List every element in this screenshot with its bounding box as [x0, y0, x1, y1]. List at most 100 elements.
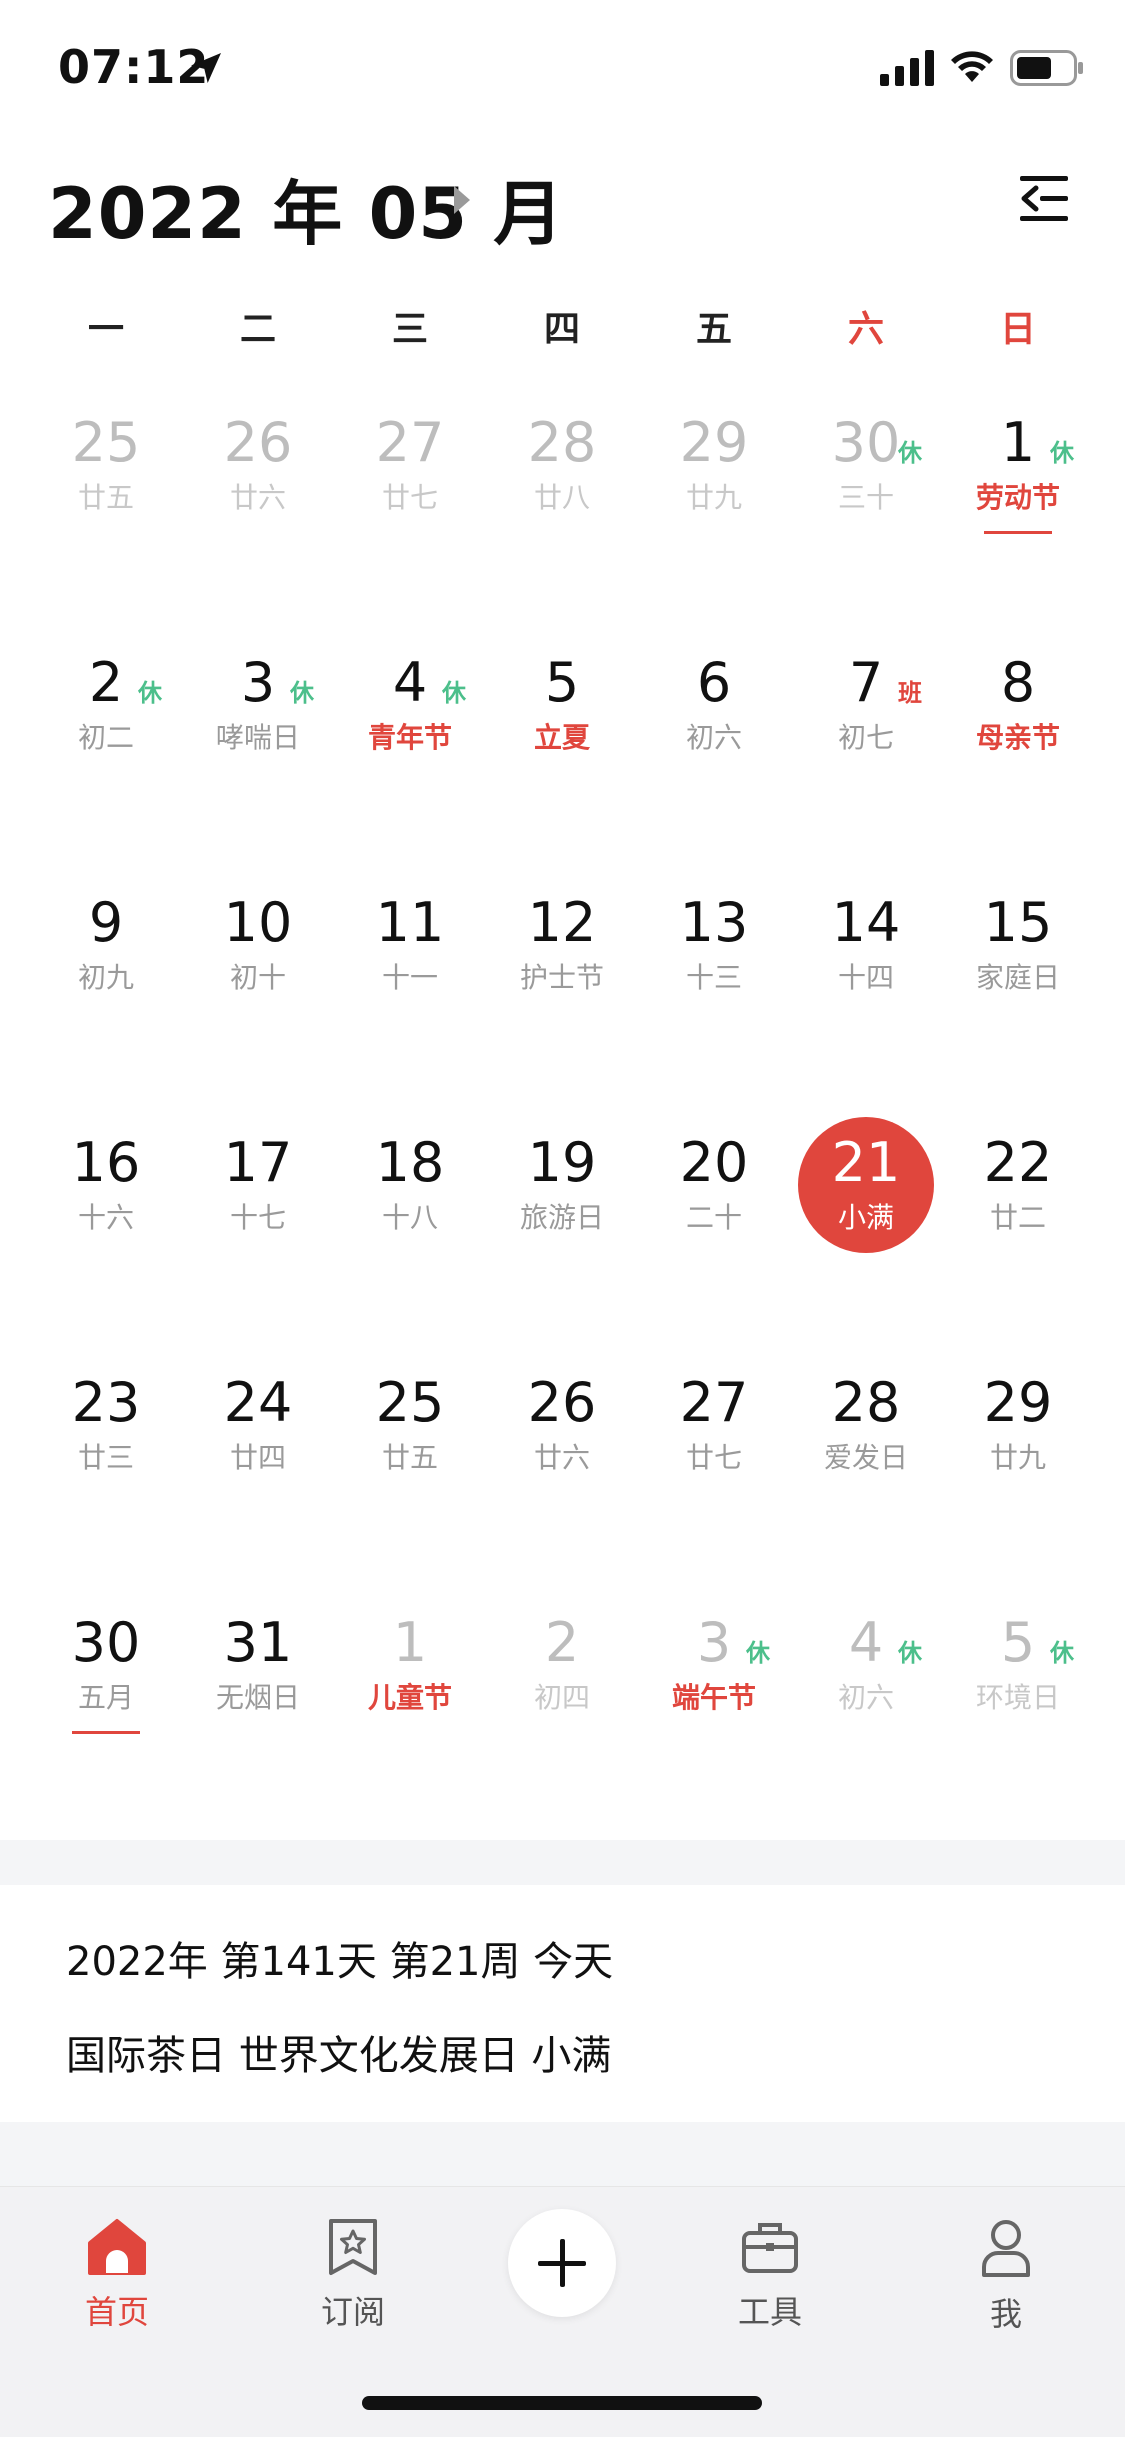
- day-number: 28: [527, 411, 597, 474]
- day-number: 16: [71, 1131, 141, 1194]
- calendar-day[interactable]: 4 青年节休: [334, 625, 486, 865]
- menu-collapse-icon[interactable]: [1010, 164, 1080, 234]
- calendar-day[interactable]: 28 爱发日: [790, 1345, 942, 1585]
- day-number: 13: [679, 891, 749, 954]
- rest-day-badge: 休: [746, 1639, 770, 1667]
- calendar-day[interactable]: 16 十六: [30, 1105, 182, 1345]
- lunar-date: 廿六: [533, 1441, 590, 1474]
- lunar-date: 廿二: [989, 1201, 1046, 1234]
- calendar-day[interactable]: 1 劳动节休: [942, 385, 1094, 625]
- lunar-date: 初九: [77, 961, 134, 994]
- tab-subscribe[interactable]: 订阅: [273, 2217, 433, 2333]
- lunar-date: 旅游日: [519, 1201, 604, 1234]
- calendar-week-row: 25 廿五 26 廿六 27 廿七 28 廿八 29 廿九 30 三十休 1 劳动节休: [30, 385, 1094, 625]
- calendar-day[interactable]: 11 十一: [334, 865, 486, 1105]
- tab-home[interactable]: 首页: [37, 2217, 197, 2333]
- festival-label: 母亲节: [975, 721, 1060, 754]
- bookmark-star-icon: [329, 2219, 377, 2275]
- tab-me[interactable]: 我: [926, 2217, 1086, 2335]
- calendar-day[interactable]: 4 初六休: [790, 1585, 942, 1825]
- home-indicator: [362, 2396, 762, 2410]
- festival-label: 劳动节: [975, 481, 1060, 514]
- day-number: 12: [527, 891, 597, 954]
- calendar-day[interactable]: 30 三十休: [790, 385, 942, 625]
- calendar-day[interactable]: 18 十八: [334, 1105, 486, 1345]
- day-number: 20: [679, 1131, 749, 1194]
- rest-day-badge: 休: [138, 679, 162, 707]
- lunar-date: 二十: [685, 1201, 742, 1234]
- lunar-date: 环境日: [975, 1681, 1060, 1714]
- calendar-day[interactable]: 1 儿童节: [334, 1585, 486, 1825]
- calendar-day[interactable]: 2 初二休: [30, 625, 182, 865]
- calendar-day[interactable]: 7 初七班: [790, 625, 942, 865]
- calendar-header: 2022 年 05 月: [0, 150, 1125, 260]
- add-button[interactable]: [508, 2209, 616, 2317]
- work-day-badge: 班: [898, 679, 922, 707]
- calendar-day[interactable]: 25 廿五: [334, 1345, 486, 1585]
- briefcase-icon: [742, 2223, 798, 2273]
- lunar-date: 廿八: [533, 481, 590, 514]
- day-underline: [984, 531, 1052, 534]
- day-number: 29: [983, 1371, 1053, 1434]
- calendar-day[interactable]: 24 廿四: [182, 1345, 334, 1585]
- lunar-date: 廿五: [77, 481, 134, 514]
- calendar-day[interactable]: 6 初六: [638, 625, 790, 865]
- calendar-day[interactable]: 22 廿二: [942, 1105, 1094, 1345]
- lunar-date: 十四: [837, 961, 894, 994]
- calendar-day[interactable]: 25 廿五: [30, 385, 182, 625]
- calendar-day[interactable]: 26 廿六: [182, 385, 334, 625]
- lunar-date: 小满: [837, 1201, 894, 1234]
- day-number: 31: [223, 1611, 293, 1674]
- lunar-date: 十八: [381, 1201, 438, 1234]
- tab-tools-label: 工具: [737, 2293, 802, 2331]
- day-number: 25: [375, 1371, 445, 1434]
- calendar-day[interactable]: 17 十七: [182, 1105, 334, 1345]
- calendar-day[interactable]: 2 初四: [486, 1585, 638, 1825]
- calendar-day[interactable]: 28 廿八: [486, 385, 638, 625]
- day-number: 27: [375, 411, 445, 474]
- lunar-date: 初六: [837, 1681, 894, 1714]
- day-number: 27: [679, 1371, 749, 1434]
- section-divider: [0, 1840, 1125, 1885]
- calendar-day[interactable]: 19 旅游日: [486, 1105, 638, 1345]
- lunar-date: 三十: [837, 481, 894, 514]
- calendar-day[interactable]: 15 家庭日: [942, 865, 1094, 1105]
- calendar-day[interactable]: 3 端午节休: [638, 1585, 790, 1825]
- section-divider: [0, 2122, 1125, 2186]
- calendar-day[interactable]: 27 廿七: [334, 385, 486, 625]
- cellular-signal-icon: [880, 50, 934, 86]
- calendar-day[interactable]: 29 廿九: [638, 385, 790, 625]
- festival-label: 端午节: [671, 1681, 756, 1714]
- tab-tools[interactable]: 工具: [690, 2217, 850, 2333]
- calendar-day[interactable]: 30 五月: [30, 1585, 182, 1825]
- calendar-day[interactable]: 12 护士节: [486, 865, 638, 1105]
- calendar-day[interactable]: 20 二十: [638, 1105, 790, 1345]
- calendar-day[interactable]: 8 母亲节: [942, 625, 1094, 865]
- calendar-day-today[interactable]: 21 小满: [790, 1105, 942, 1345]
- calendar-day[interactable]: 3 哮喘日休: [182, 625, 334, 865]
- battery-icon: [1010, 50, 1083, 86]
- month-title[interactable]: 2022 年 05 月: [48, 158, 564, 259]
- calendar-day[interactable]: 31 无烟日: [182, 1585, 334, 1825]
- lunar-date: 家庭日: [975, 961, 1060, 994]
- calendar-day[interactable]: 5 环境日休: [942, 1585, 1094, 1825]
- day-info-card[interactable]: 2022年 第141天 第21周 今天 国际茶日 世界文化发展日 小满: [0, 1885, 1125, 2122]
- day-number: 9: [88, 891, 124, 954]
- month-picker-arrow-icon[interactable]: [454, 186, 470, 214]
- calendar-week-row: 23 廿三 24 廿四 25 廿五 26 廿六 27 廿七 28 爱发日 29 廿九: [30, 1345, 1094, 1585]
- calendar-day[interactable]: 5 立夏: [486, 625, 638, 865]
- calendar-week-row: 2 初二休 3 哮喘日休 4 青年节休 5 立夏 6 初六 7 初七班 8 母亲节: [30, 625, 1094, 865]
- lunar-date: 廿七: [685, 1441, 742, 1474]
- calendar-day[interactable]: 23 廿三: [30, 1345, 182, 1585]
- calendar-day[interactable]: 13 十三: [638, 865, 790, 1105]
- day-number: 6: [696, 651, 732, 714]
- calendar-week-row: 16 十六 17 十七 18 十八 19 旅游日 20 二十 21 小满 22 廿二: [30, 1105, 1094, 1345]
- calendar-day[interactable]: 14 十四: [790, 865, 942, 1105]
- calendar-day[interactable]: 27 廿七: [638, 1345, 790, 1585]
- calendar-day[interactable]: 9 初九: [30, 865, 182, 1105]
- calendar-day[interactable]: 26 廿六: [486, 1345, 638, 1585]
- day-number: 30: [71, 1611, 141, 1674]
- calendar-day[interactable]: 10 初十: [182, 865, 334, 1105]
- lunar-date: 十三: [685, 961, 742, 994]
- calendar-day[interactable]: 29 廿九: [942, 1345, 1094, 1585]
